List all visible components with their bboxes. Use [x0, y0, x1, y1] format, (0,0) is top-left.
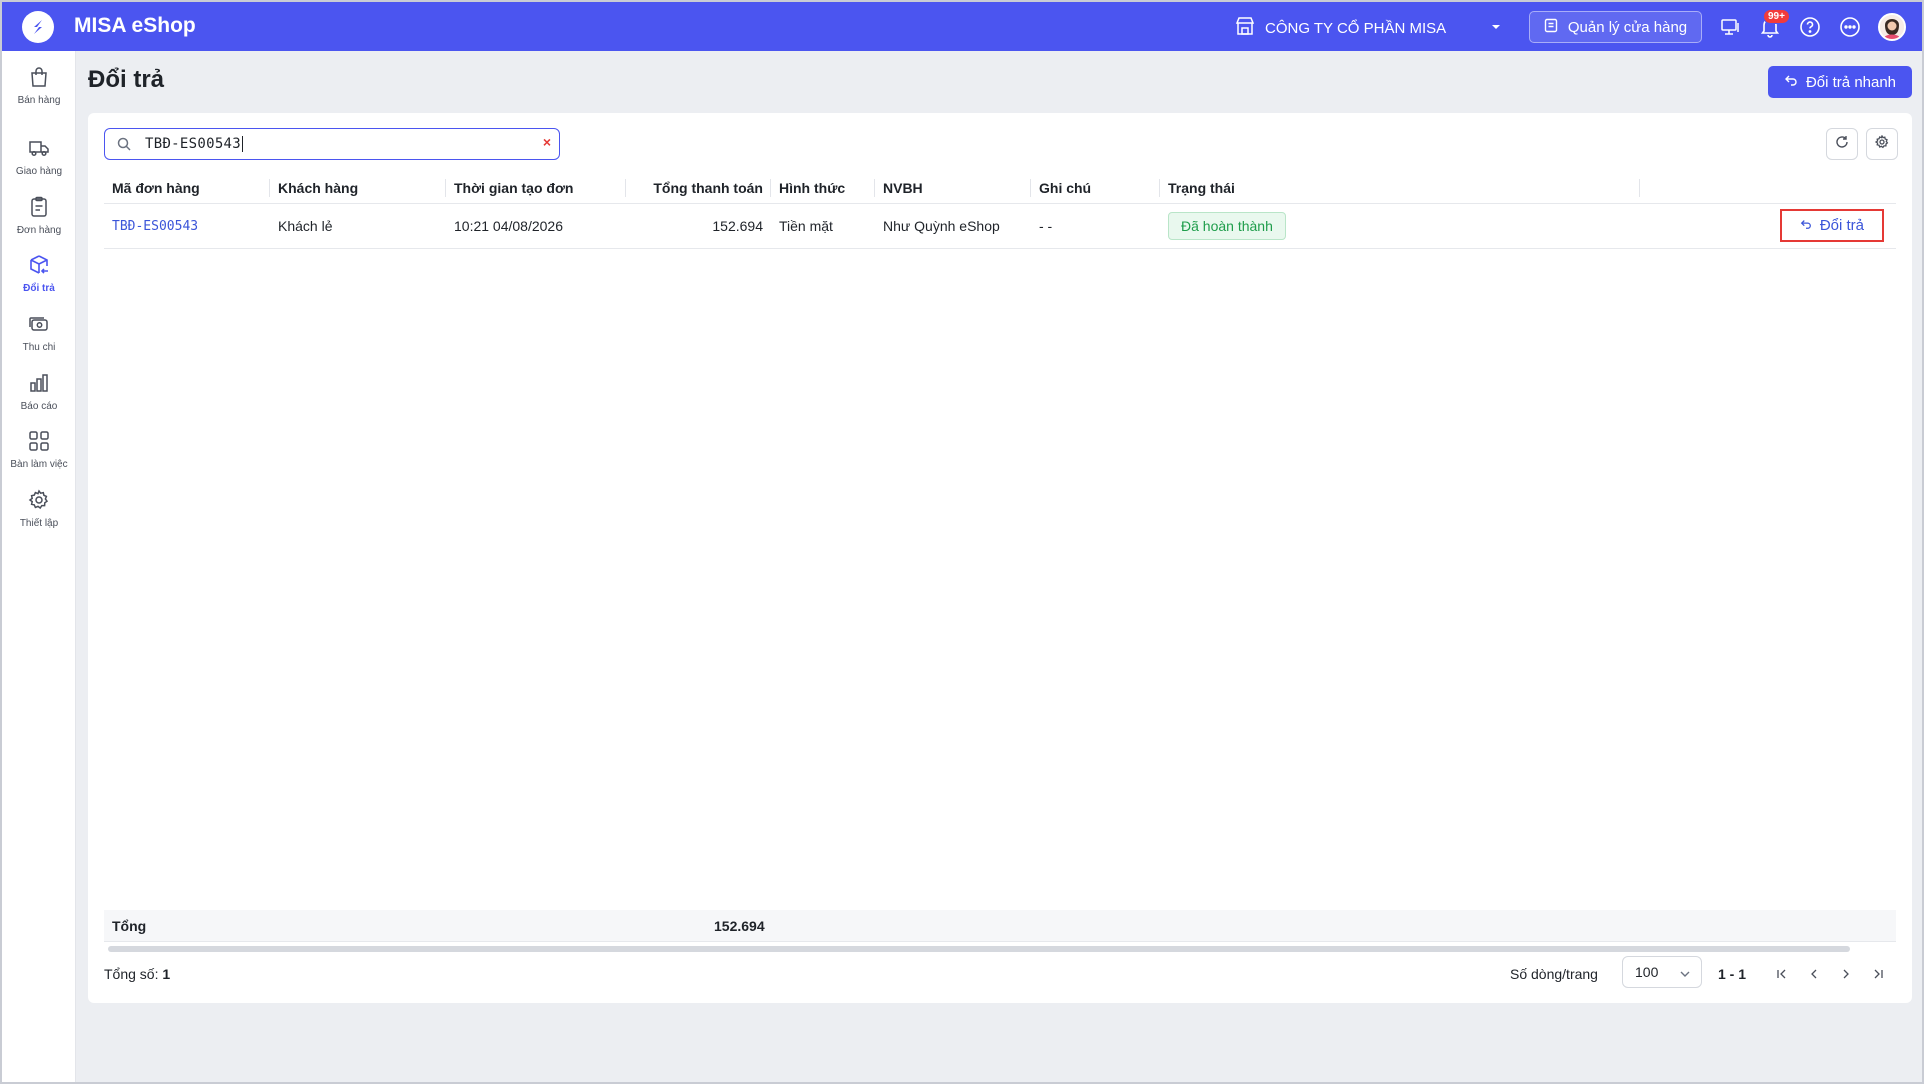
search-value: TBĐ-ES00543	[145, 136, 242, 152]
customer-cell: Khách lẻ	[270, 203, 446, 249]
returns-table: Mã đơn hàng Khách hàng Thời gian tạo đơn…	[104, 173, 1896, 249]
chevron-down-icon	[1679, 967, 1691, 983]
chevron-down-icon[interactable]	[1490, 20, 1502, 37]
top-bar: MISA eShop CÔNG TY CỔ PHẦN MISA Quản lý …	[2, 2, 1922, 51]
total-value: 152.694	[714, 918, 765, 934]
monitor-icon[interactable]	[1718, 15, 1742, 39]
column-header[interactable]: Trạng thái	[1160, 173, 1640, 204]
grid-icon	[27, 429, 51, 453]
rows-per-page-value: 100	[1635, 964, 1659, 980]
help-icon[interactable]	[1798, 15, 1822, 39]
page-range: 1 - 1	[1718, 966, 1747, 982]
sidebar-item-label: Bàn làm việc	[10, 459, 68, 470]
search-input[interactable]: TBĐ-ES00543 ×	[104, 128, 560, 160]
column-header-actions	[1640, 173, 1896, 204]
notification-badge: 99+	[1763, 9, 1790, 24]
store-icon	[1235, 16, 1255, 40]
refresh-button[interactable]	[1826, 128, 1858, 160]
next-page-icon[interactable]	[1837, 965, 1855, 983]
record-count: Tổng số: 1	[104, 966, 170, 982]
sidebar-item-label: Báo cáo	[20, 401, 58, 412]
first-page-icon[interactable]	[1773, 965, 1791, 983]
sidebar-item-cashflow[interactable]: Thu chi	[2, 312, 76, 368]
table-header-row: Mã đơn hàng Khách hàng Thời gian tạo đơn…	[104, 173, 1896, 204]
sidebar-item-label: Đơn hàng	[16, 225, 62, 236]
table-row[interactable]: TBĐ-ES00543 Khách lẻ 10:21 04/08/2026 15…	[104, 203, 1896, 249]
app-logo-icon[interactable]	[22, 11, 54, 43]
record-count-label: Tổng số:	[104, 966, 159, 982]
return-button-label: Đổi trả	[1819, 217, 1864, 234]
previous-page-icon[interactable]	[1805, 965, 1823, 983]
app-window: MISA eShop CÔNG TY CỔ PHẦN MISA Quản lý …	[0, 0, 1924, 1084]
created-time-cell: 10:21 04/08/2026	[446, 203, 626, 249]
quick-return-label: Đổi trả nhanh	[1805, 73, 1897, 91]
text-cursor	[242, 136, 244, 152]
column-header[interactable]: Ghi chú	[1031, 173, 1160, 204]
column-header[interactable]: NVBH	[875, 173, 1031, 204]
gear-icon	[1874, 134, 1889, 153]
app-title: MISA eShop	[74, 14, 196, 37]
column-header[interactable]: Khách hàng	[270, 173, 446, 204]
column-header[interactable]: Mã đơn hàng	[104, 173, 270, 204]
store-management-button[interactable]: Quản lý cửa hàng	[1529, 11, 1702, 43]
sidebar-item-label: Thu chi	[22, 342, 56, 353]
sidebar-item-returns[interactable]: Đổi trả	[2, 253, 76, 309]
sidebar-item-workspace[interactable]: Bàn làm việc	[2, 429, 76, 485]
column-header[interactable]: Tổng thanh toán	[626, 173, 771, 204]
rows-per-page-label: Số dòng/trang	[1510, 966, 1598, 982]
gear-icon	[27, 488, 51, 512]
sidebar-item-sales[interactable]: Bán hàng	[2, 65, 76, 121]
return-box-icon	[27, 253, 51, 277]
table-total-row: Tổng 152.694	[104, 910, 1896, 942]
last-page-icon[interactable]	[1869, 965, 1887, 983]
refresh-icon	[1835, 135, 1849, 153]
sidebar-item-delivery[interactable]: Giao hàng	[2, 136, 76, 192]
search-icon	[117, 137, 131, 155]
company-name: CÔNG TY CỔ PHẦN MISA	[1265, 19, 1447, 37]
return-button[interactable]: Đổi trả	[1779, 209, 1884, 242]
sidebar-item-orders[interactable]: Đơn hàng	[2, 195, 76, 251]
clipboard-icon	[1544, 17, 1558, 37]
content-card: TBĐ-ES00543 × Mã đơn hàng Khách hàng Thờ…	[88, 113, 1912, 1003]
order-id-link[interactable]: TBĐ-ES00543	[112, 219, 198, 234]
total-cell: 152.694	[626, 203, 771, 249]
status-badge: Đã hoàn thành	[1168, 211, 1286, 240]
sidebar-item-label: Thiết lập	[19, 518, 59, 529]
shopping-bag-icon	[27, 65, 51, 89]
sidebar-item-reports[interactable]: Báo cáo	[2, 371, 76, 427]
sidebar-item-settings[interactable]: Thiết lập	[2, 488, 76, 544]
rows-per-page-select[interactable]: 100	[1622, 956, 1702, 988]
company-selector[interactable]: CÔNG TY CỔ PHẦN MISA	[1235, 16, 1446, 40]
return-arrow-icon	[1784, 73, 1798, 91]
clipboard-icon	[27, 195, 51, 219]
sidebar-item-label: Bán hàng	[17, 95, 61, 106]
payment-method-cell: Tiền mặt	[771, 203, 875, 249]
delivery-truck-icon	[27, 136, 51, 160]
record-count-value: 1	[162, 966, 171, 982]
cash-icon	[27, 312, 51, 336]
bar-chart-icon	[27, 371, 51, 395]
column-header[interactable]: Thời gian tạo đơn	[446, 173, 626, 204]
horizontal-scrollbar[interactable]	[108, 946, 1850, 952]
sidebar-item-label: Giao hàng	[15, 166, 63, 177]
staff-cell: Như Quỳnh eShop	[875, 203, 1031, 249]
sidebar: Bán hàng Giao hàng Đơn hàng Đổi trả Thu …	[2, 51, 76, 1082]
page-title: Đổi trả	[88, 66, 165, 93]
note-cell: - -	[1031, 203, 1160, 249]
table-settings-button[interactable]	[1866, 128, 1898, 160]
user-avatar[interactable]	[1878, 13, 1906, 41]
clear-search-icon[interactable]: ×	[543, 134, 551, 150]
column-header[interactable]: Hình thức	[771, 173, 875, 204]
total-label: Tổng	[112, 918, 147, 934]
return-arrow-icon	[1800, 217, 1812, 234]
quick-return-button[interactable]: Đổi trả nhanh	[1768, 66, 1912, 98]
more-options-icon[interactable]	[1838, 15, 1862, 39]
store-management-label: Quản lý cửa hàng	[1567, 18, 1688, 36]
sidebar-item-label: Đổi trả	[23, 283, 55, 294]
